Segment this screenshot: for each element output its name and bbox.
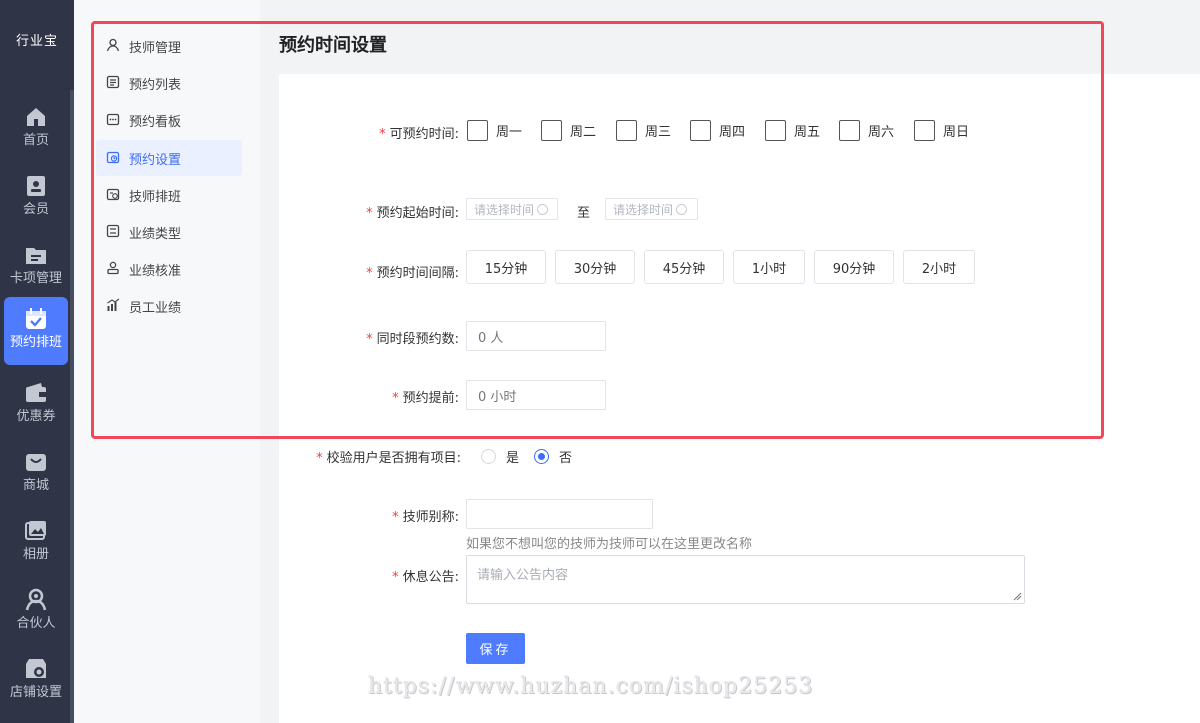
member-card-icon: [23, 173, 49, 199]
nav-album[interactable]: 相册: [4, 512, 68, 578]
rest-notice-textarea[interactable]: 请输入公告内容: [466, 555, 1025, 604]
nav-store-settings[interactable]: 店铺设置: [4, 650, 68, 716]
verify-yes-radio[interactable]: 是: [481, 447, 519, 466]
nav-card-management[interactable]: 卡项管理: [4, 236, 68, 302]
tech-alias-hint: 如果您不想叫您的技师为技师可以在这里更改名称: [466, 537, 753, 552]
store-settings-icon: [23, 656, 49, 682]
watermark-text: https://www.huzhan.com/ishop25253: [368, 674, 814, 699]
nav-appointment-schedule[interactable]: 预约排班: [4, 297, 68, 365]
save-button[interactable]: 保存: [466, 633, 525, 664]
calendar-check-icon: [23, 306, 49, 332]
nav-member[interactable]: 会员: [4, 167, 68, 233]
resize-handle-icon[interactable]: [1013, 592, 1022, 601]
main-sidebar: 行业宝 首页 会员 卡项管理 预约排班 优惠券 商城 相册 合伙人 店铺设置: [0, 0, 74, 723]
wallet-icon: [23, 380, 49, 406]
partner-icon: [23, 587, 49, 613]
verify-no-radio[interactable]: 否: [534, 447, 572, 466]
nav-mall[interactable]: 商城: [4, 443, 68, 509]
rest-notice-label: * 休息公告:: [392, 570, 459, 585]
brand-logo[interactable]: 行业宝: [0, 30, 74, 49]
folder-icon: [23, 242, 49, 268]
tech-alias-label: * 技师别称:: [392, 510, 459, 525]
nav-partner[interactable]: 合伙人: [4, 581, 68, 647]
nav-coupon[interactable]: 优惠券: [4, 374, 68, 440]
album-icon: [23, 518, 49, 544]
verify-project-label: * 校验用户是否拥有项目:: [316, 451, 461, 466]
bag-icon: [23, 449, 49, 475]
highlight-annotation-box: [91, 21, 1104, 439]
tech-alias-input[interactable]: [466, 499, 653, 529]
home-icon: [23, 104, 49, 130]
nav-home[interactable]: 首页: [4, 98, 68, 164]
